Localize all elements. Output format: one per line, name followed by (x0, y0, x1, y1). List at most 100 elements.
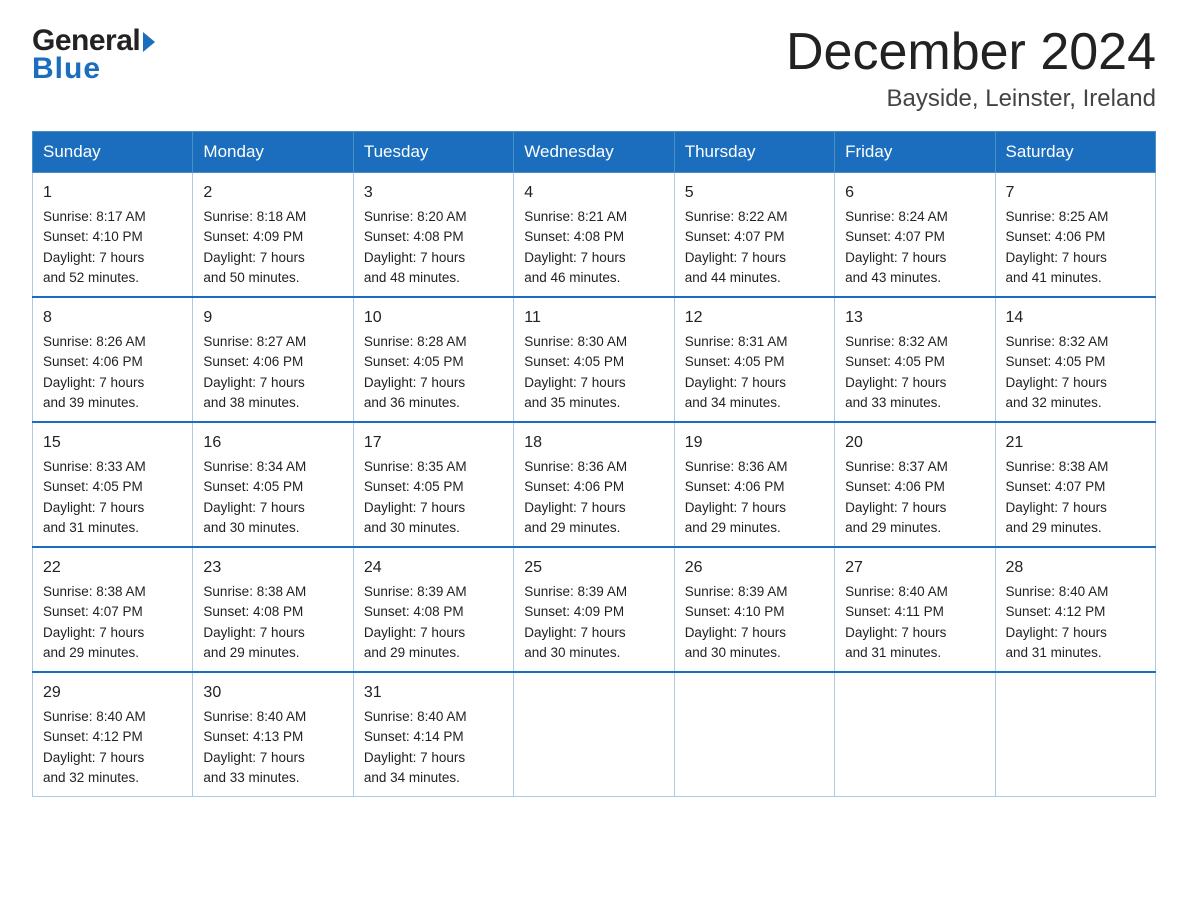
day-number: 4 (524, 181, 663, 205)
title-block: December 2024 Bayside, Leinster, Ireland (786, 24, 1156, 113)
calendar-cell (514, 672, 674, 797)
calendar-cell: 6 Sunrise: 8:24 AMSunset: 4:07 PMDayligh… (835, 173, 995, 298)
page-subtitle: Bayside, Leinster, Ireland (786, 85, 1156, 113)
day-number: 2 (203, 181, 342, 205)
calendar-cell: 11 Sunrise: 8:30 AMSunset: 4:05 PMDaylig… (514, 297, 674, 422)
cell-info: Sunrise: 8:40 AMSunset: 4:11 PMDaylight:… (845, 584, 948, 660)
calendar-cell: 28 Sunrise: 8:40 AMSunset: 4:12 PMDaylig… (995, 547, 1155, 672)
day-number: 10 (364, 306, 503, 330)
calendar-cell: 7 Sunrise: 8:25 AMSunset: 4:06 PMDayligh… (995, 173, 1155, 298)
day-number: 24 (364, 556, 503, 580)
cell-info: Sunrise: 8:35 AMSunset: 4:05 PMDaylight:… (364, 459, 467, 535)
day-number: 13 (845, 306, 984, 330)
day-number: 29 (43, 681, 182, 705)
day-number: 22 (43, 556, 182, 580)
cell-info: Sunrise: 8:20 AMSunset: 4:08 PMDaylight:… (364, 209, 467, 285)
day-number: 20 (845, 431, 984, 455)
calendar-cell: 17 Sunrise: 8:35 AMSunset: 4:05 PMDaylig… (353, 422, 513, 547)
page-header: General Blue December 2024 Bayside, Lein… (32, 24, 1156, 113)
calendar-cell: 27 Sunrise: 8:40 AMSunset: 4:11 PMDaylig… (835, 547, 995, 672)
logo: General Blue (32, 24, 155, 86)
logo-triangle-icon (143, 32, 155, 52)
calendar-cell: 22 Sunrise: 8:38 AMSunset: 4:07 PMDaylig… (33, 547, 193, 672)
day-number: 26 (685, 556, 824, 580)
day-number: 7 (1006, 181, 1145, 205)
cell-info: Sunrise: 8:22 AMSunset: 4:07 PMDaylight:… (685, 209, 788, 285)
day-number: 15 (43, 431, 182, 455)
week-row-1: 1 Sunrise: 8:17 AMSunset: 4:10 PMDayligh… (33, 173, 1156, 298)
calendar-cell: 9 Sunrise: 8:27 AMSunset: 4:06 PMDayligh… (193, 297, 353, 422)
calendar-cell: 16 Sunrise: 8:34 AMSunset: 4:05 PMDaylig… (193, 422, 353, 547)
cell-info: Sunrise: 8:32 AMSunset: 4:05 PMDaylight:… (1006, 334, 1109, 410)
cell-info: Sunrise: 8:38 AMSunset: 4:07 PMDaylight:… (1006, 459, 1109, 535)
cell-info: Sunrise: 8:30 AMSunset: 4:05 PMDaylight:… (524, 334, 627, 410)
calendar-cell: 29 Sunrise: 8:40 AMSunset: 4:12 PMDaylig… (33, 672, 193, 797)
header-tuesday: Tuesday (353, 132, 513, 173)
day-number: 16 (203, 431, 342, 455)
day-number: 8 (43, 306, 182, 330)
day-number: 23 (203, 556, 342, 580)
day-number: 11 (524, 306, 663, 330)
calendar-cell: 20 Sunrise: 8:37 AMSunset: 4:06 PMDaylig… (835, 422, 995, 547)
calendar-cell: 14 Sunrise: 8:32 AMSunset: 4:05 PMDaylig… (995, 297, 1155, 422)
week-row-5: 29 Sunrise: 8:40 AMSunset: 4:12 PMDaylig… (33, 672, 1156, 797)
calendar-cell: 24 Sunrise: 8:39 AMSunset: 4:08 PMDaylig… (353, 547, 513, 672)
cell-info: Sunrise: 8:26 AMSunset: 4:06 PMDaylight:… (43, 334, 146, 410)
day-number: 6 (845, 181, 984, 205)
cell-info: Sunrise: 8:25 AMSunset: 4:06 PMDaylight:… (1006, 209, 1109, 285)
day-number: 9 (203, 306, 342, 330)
calendar-cell: 21 Sunrise: 8:38 AMSunset: 4:07 PMDaylig… (995, 422, 1155, 547)
cell-info: Sunrise: 8:27 AMSunset: 4:06 PMDaylight:… (203, 334, 306, 410)
cell-info: Sunrise: 8:40 AMSunset: 4:13 PMDaylight:… (203, 709, 306, 785)
day-number: 30 (203, 681, 342, 705)
week-row-2: 8 Sunrise: 8:26 AMSunset: 4:06 PMDayligh… (33, 297, 1156, 422)
day-number: 25 (524, 556, 663, 580)
calendar-cell: 1 Sunrise: 8:17 AMSunset: 4:10 PMDayligh… (33, 173, 193, 298)
cell-info: Sunrise: 8:32 AMSunset: 4:05 PMDaylight:… (845, 334, 948, 410)
calendar-cell (674, 672, 834, 797)
day-number: 1 (43, 181, 182, 205)
cell-info: Sunrise: 8:39 AMSunset: 4:09 PMDaylight:… (524, 584, 627, 660)
day-number: 5 (685, 181, 824, 205)
calendar-cell: 15 Sunrise: 8:33 AMSunset: 4:05 PMDaylig… (33, 422, 193, 547)
calendar-cell: 4 Sunrise: 8:21 AMSunset: 4:08 PMDayligh… (514, 173, 674, 298)
week-row-3: 15 Sunrise: 8:33 AMSunset: 4:05 PMDaylig… (33, 422, 1156, 547)
day-number: 19 (685, 431, 824, 455)
logo-blue-text: Blue (32, 52, 101, 86)
calendar-cell: 30 Sunrise: 8:40 AMSunset: 4:13 PMDaylig… (193, 672, 353, 797)
header-wednesday: Wednesday (514, 132, 674, 173)
calendar-cell: 8 Sunrise: 8:26 AMSunset: 4:06 PMDayligh… (33, 297, 193, 422)
cell-info: Sunrise: 8:31 AMSunset: 4:05 PMDaylight:… (685, 334, 788, 410)
cell-info: Sunrise: 8:34 AMSunset: 4:05 PMDaylight:… (203, 459, 306, 535)
day-number: 18 (524, 431, 663, 455)
header-saturday: Saturday (995, 132, 1155, 173)
cell-info: Sunrise: 8:28 AMSunset: 4:05 PMDaylight:… (364, 334, 467, 410)
day-number: 31 (364, 681, 503, 705)
header-friday: Friday (835, 132, 995, 173)
cell-info: Sunrise: 8:38 AMSunset: 4:08 PMDaylight:… (203, 584, 306, 660)
cell-info: Sunrise: 8:39 AMSunset: 4:10 PMDaylight:… (685, 584, 788, 660)
header-thursday: Thursday (674, 132, 834, 173)
cell-info: Sunrise: 8:17 AMSunset: 4:10 PMDaylight:… (43, 209, 146, 285)
day-number: 28 (1006, 556, 1145, 580)
day-number: 14 (1006, 306, 1145, 330)
calendar-cell: 3 Sunrise: 8:20 AMSunset: 4:08 PMDayligh… (353, 173, 513, 298)
cell-info: Sunrise: 8:39 AMSunset: 4:08 PMDaylight:… (364, 584, 467, 660)
cell-info: Sunrise: 8:37 AMSunset: 4:06 PMDaylight:… (845, 459, 948, 535)
calendar-cell: 26 Sunrise: 8:39 AMSunset: 4:10 PMDaylig… (674, 547, 834, 672)
cell-info: Sunrise: 8:40 AMSunset: 4:14 PMDaylight:… (364, 709, 467, 785)
calendar-cell (835, 672, 995, 797)
calendar-cell: 31 Sunrise: 8:40 AMSunset: 4:14 PMDaylig… (353, 672, 513, 797)
calendar-cell: 23 Sunrise: 8:38 AMSunset: 4:08 PMDaylig… (193, 547, 353, 672)
week-row-4: 22 Sunrise: 8:38 AMSunset: 4:07 PMDaylig… (33, 547, 1156, 672)
cell-info: Sunrise: 8:21 AMSunset: 4:08 PMDaylight:… (524, 209, 627, 285)
cell-info: Sunrise: 8:18 AMSunset: 4:09 PMDaylight:… (203, 209, 306, 285)
header-monday: Monday (193, 132, 353, 173)
calendar-cell: 18 Sunrise: 8:36 AMSunset: 4:06 PMDaylig… (514, 422, 674, 547)
page-title: December 2024 (786, 24, 1156, 81)
day-number: 17 (364, 431, 503, 455)
header-sunday: Sunday (33, 132, 193, 173)
calendar-cell (995, 672, 1155, 797)
calendar-cell: 13 Sunrise: 8:32 AMSunset: 4:05 PMDaylig… (835, 297, 995, 422)
calendar-cell: 12 Sunrise: 8:31 AMSunset: 4:05 PMDaylig… (674, 297, 834, 422)
